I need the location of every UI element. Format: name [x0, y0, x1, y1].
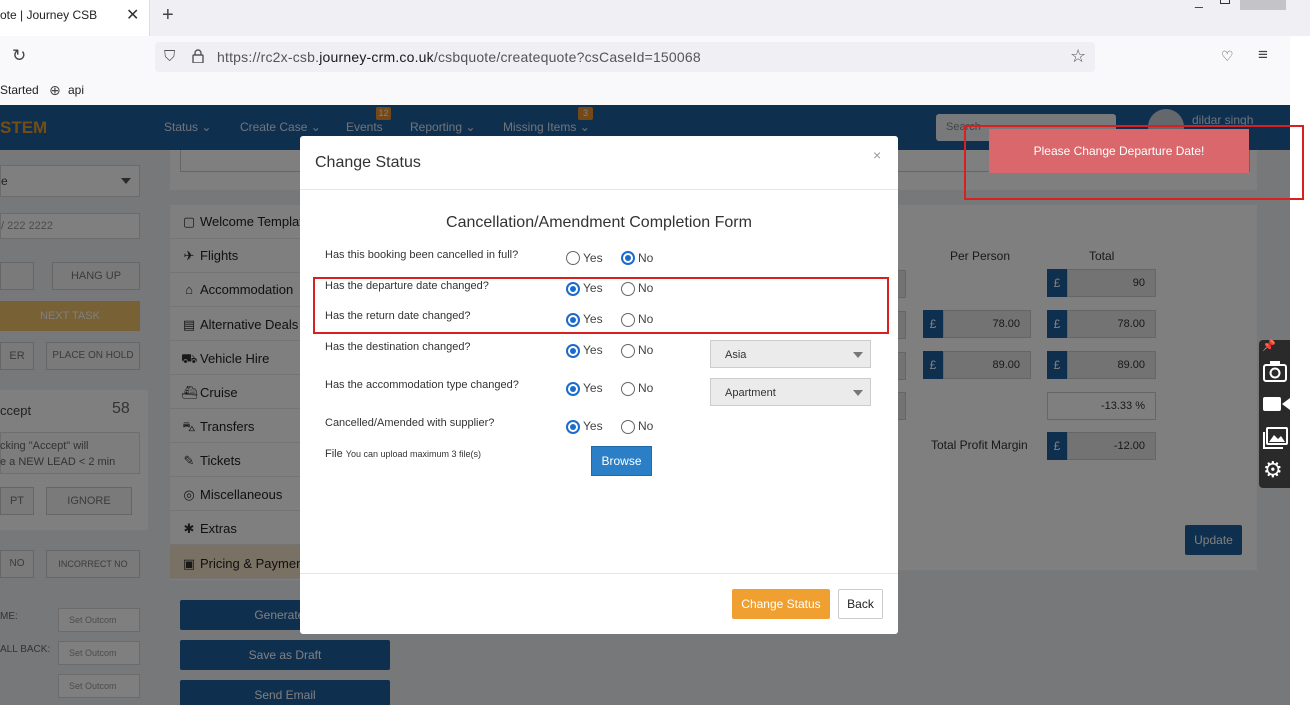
- highlight-date-questions: [313, 277, 889, 334]
- caret-down-icon: [853, 390, 863, 396]
- minimize-icon[interactable]: _: [1195, 0, 1203, 8]
- destination-select-value: Asia: [725, 349, 747, 361]
- radio-supplier-no[interactable]: [621, 420, 635, 434]
- radio-label-yes: Yes: [583, 343, 603, 357]
- question-destination: Has the destination changed?: [325, 341, 471, 353]
- radio-cancelled-no[interactable]: [621, 251, 635, 265]
- bookmarks-bar: [0, 78, 1290, 105]
- url-path: /csbquote/createquote?csCaseId=150068: [433, 49, 701, 65]
- video-icon[interactable]: [1262, 395, 1290, 413]
- shield-icon[interactable]: ⛉: [164, 48, 175, 65]
- tab-title: ote | Journey CSB: [0, 8, 98, 22]
- gallery-icon[interactable]: [1263, 427, 1288, 449]
- globe-icon: ⊕: [49, 82, 61, 98]
- radio-destination-yes[interactable]: [566, 344, 580, 358]
- settings-gear-icon[interactable]: ⚙: [1263, 457, 1283, 483]
- pocket-icon[interactable]: ♡: [1221, 48, 1234, 65]
- lock-icon: [192, 49, 204, 63]
- accommodation-select-value: Apartment: [725, 387, 776, 399]
- radio-label-no: No: [638, 251, 654, 265]
- radio-destination-no[interactable]: [621, 344, 635, 358]
- back-button[interactable]: Back: [838, 589, 883, 619]
- url-prefix: https://rc2x-csb.: [217, 49, 320, 65]
- url-domain: journey-crm.co.uk: [319, 49, 434, 65]
- question-cancelled-in-full: Has this booking been cancelled in full?: [325, 249, 519, 261]
- radio-label-no: No: [638, 343, 654, 357]
- radio-accommodation-no[interactable]: [621, 382, 635, 396]
- question-supplier: Cancelled/Amended with supplier?: [325, 417, 495, 429]
- radio-label-no: No: [638, 381, 654, 395]
- bookmark-started[interactable]: Started: [0, 83, 39, 97]
- browser-tab[interactable]: ote | Journey CSB ✕: [0, 0, 150, 36]
- maximize-icon[interactable]: [1220, 0, 1230, 4]
- radio-label-yes: Yes: [583, 419, 603, 433]
- radio-cancelled-yes[interactable]: [566, 251, 580, 265]
- browse-button[interactable]: Browse: [591, 446, 652, 476]
- radio-label-no: No: [638, 419, 654, 433]
- pin-icon[interactable]: 📌: [1262, 339, 1276, 352]
- window-close-button[interactable]: [1240, 0, 1286, 10]
- reload-icon[interactable]: ↻: [12, 46, 26, 66]
- radio-accommodation-yes[interactable]: [566, 382, 580, 396]
- destination-select[interactable]: Asia: [710, 340, 871, 368]
- form-title: Cancellation/Amendment Completion Form: [446, 214, 752, 231]
- browser-tab-bar: [0, 0, 1310, 36]
- bookmark-api[interactable]: api: [68, 83, 84, 97]
- close-icon[interactable]: ×: [873, 147, 881, 163]
- radio-supplier-yes[interactable]: [566, 420, 580, 434]
- new-tab-icon[interactable]: +: [162, 4, 174, 27]
- caret-down-icon: [853, 352, 863, 358]
- radio-label-yes: Yes: [583, 251, 603, 265]
- highlight-toast: [964, 125, 1304, 200]
- bookmark-star-icon[interactable]: ☆: [1070, 46, 1086, 67]
- modal-footer-divider: [300, 573, 898, 574]
- menu-icon[interactable]: ≡: [1258, 45, 1268, 65]
- accommodation-type-select[interactable]: Apartment: [710, 378, 871, 406]
- tab-close-icon[interactable]: ✕: [126, 5, 139, 25]
- file-label: File You can upload maximum 3 file(s): [325, 448, 481, 460]
- file-note: You can upload maximum 3 file(s): [345, 449, 482, 459]
- file-label-text: File: [325, 448, 343, 460]
- radio-label-yes: Yes: [583, 381, 603, 395]
- camera-icon[interactable]: [1263, 360, 1287, 382]
- change-status-button[interactable]: Change Status: [732, 589, 830, 619]
- url-text[interactable]: https://rc2x-csb.journey-crm.co.uk/csbqu…: [217, 49, 701, 65]
- modal-title: Change Status: [315, 154, 421, 171]
- question-accommodation-type: Has the accommodation type changed?: [325, 379, 519, 391]
- modal-divider: [300, 189, 898, 190]
